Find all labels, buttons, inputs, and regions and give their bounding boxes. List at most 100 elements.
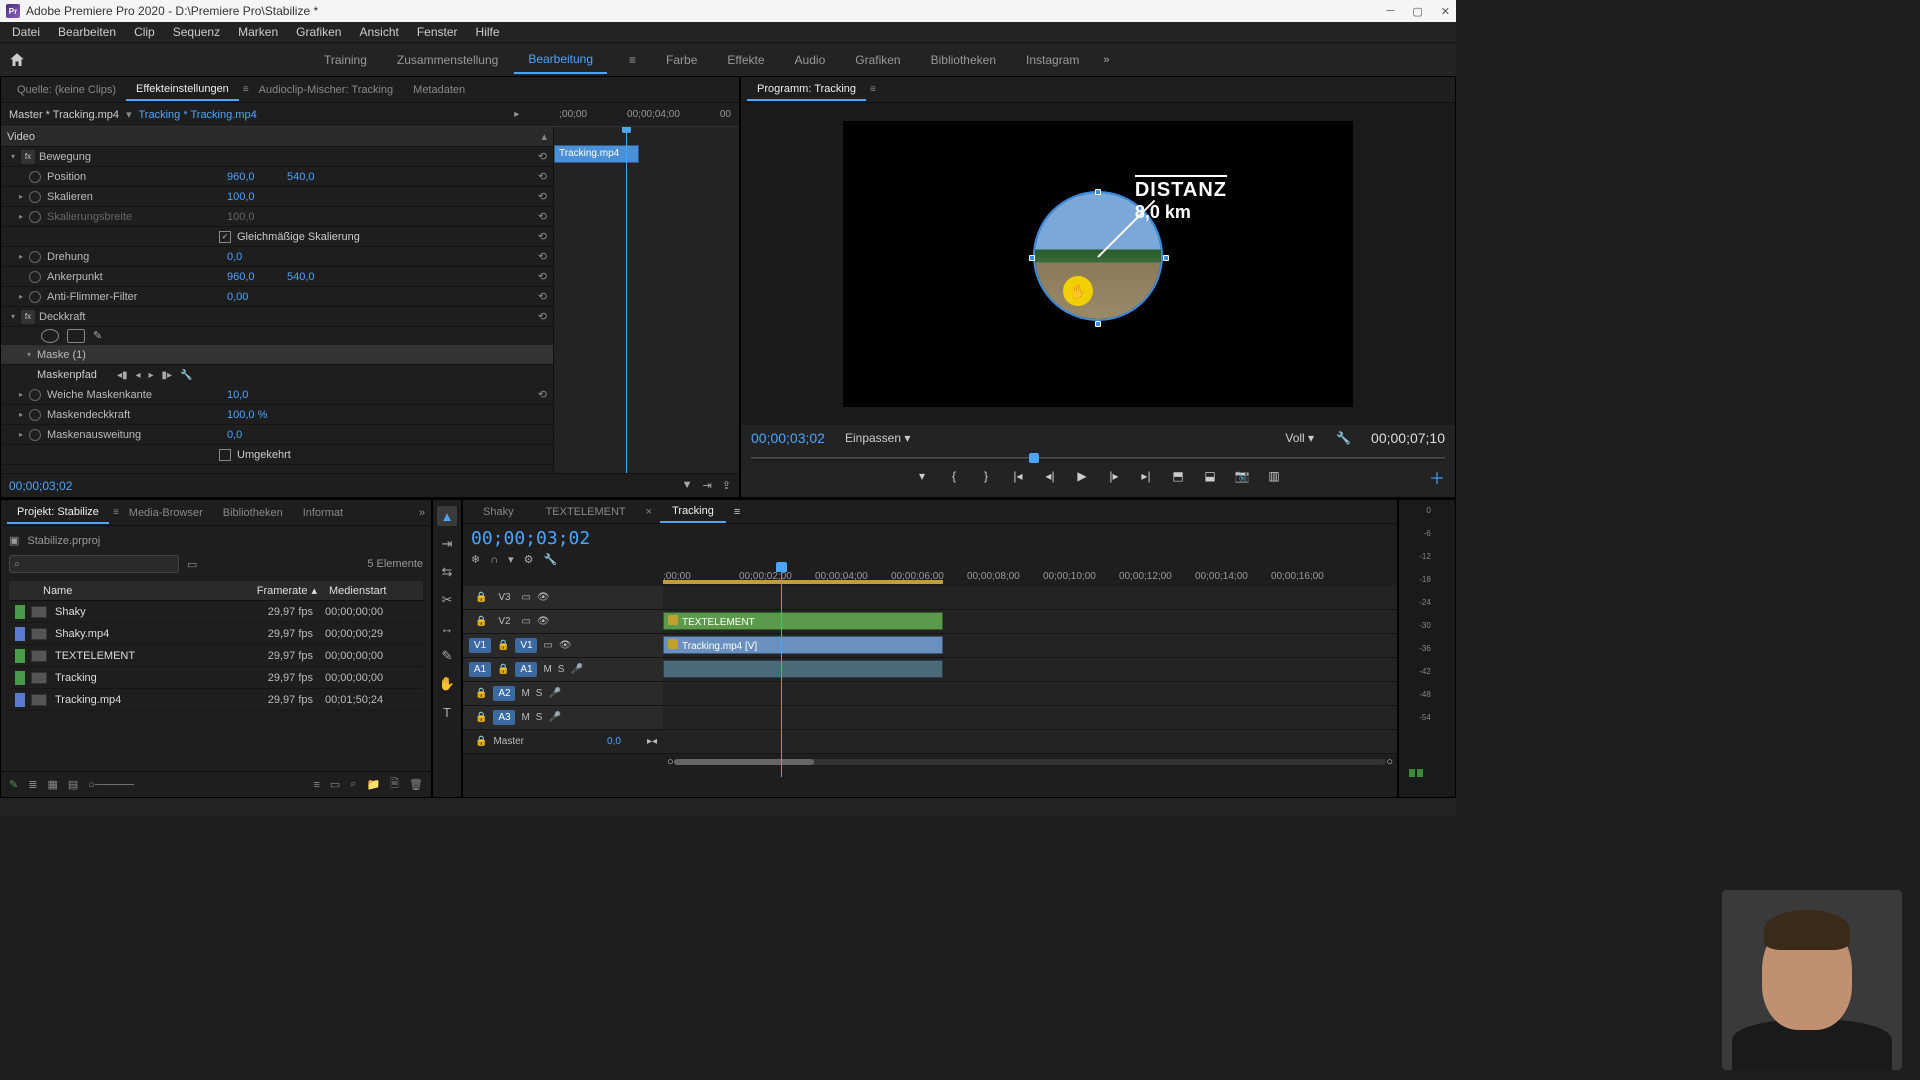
zoom-fit-dropdown[interactable]: Einpassen ▾ xyxy=(837,429,918,447)
toggle-output-icon[interactable]: ▭ xyxy=(521,592,530,603)
eye-icon[interactable]: 👁 xyxy=(537,592,550,603)
mask-handle-left[interactable] xyxy=(1029,255,1035,261)
close-tab-icon[interactable]: × xyxy=(646,506,652,518)
menu-bearbeiten[interactable]: Bearbeiten xyxy=(50,23,124,41)
new-bin-icon[interactable]: ▭ xyxy=(187,558,197,571)
workspace-bibliotheken[interactable]: Bibliotheken xyxy=(917,47,1010,73)
zoom-slider[interactable]: ○───── xyxy=(88,779,134,791)
mark-in-icon[interactable]: { xyxy=(943,467,965,485)
filter-icon[interactable]: ▼ xyxy=(682,479,693,492)
track-play-icon[interactable]: ▸ xyxy=(149,370,154,381)
track-back-icon[interactable]: ◂ xyxy=(135,370,140,381)
source-v1-target[interactable]: V1 xyxy=(469,638,491,653)
fx-badge-icon[interactable]: fx xyxy=(21,310,35,324)
trash-icon[interactable]: 🗑 xyxy=(409,778,423,791)
clip-link[interactable]: Tracking * Tracking.mp4 xyxy=(139,109,257,121)
fx-badge-icon[interactable]: fx xyxy=(21,150,35,164)
panel-menu-icon[interactable]: ≡ xyxy=(870,84,876,95)
timeline-zoom-scrollbar[interactable]: ○○ xyxy=(663,754,1397,770)
col-name[interactable]: Name xyxy=(37,585,233,597)
menu-clip[interactable]: Clip xyxy=(126,23,163,41)
eye-icon[interactable]: 👁 xyxy=(559,640,572,651)
freeform-view-icon[interactable]: ▤ xyxy=(68,778,78,791)
stopwatch-icon[interactable] xyxy=(29,409,41,421)
workspace-overflow-icon[interactable]: » xyxy=(1103,54,1109,66)
col-medienstart[interactable]: Medienstart xyxy=(323,585,423,597)
anker-x[interactable]: 960,0 xyxy=(227,271,287,283)
lock-icon[interactable]: 🔒 xyxy=(497,664,509,675)
lock-icon[interactable]: 🔒 xyxy=(475,736,487,747)
menu-marken[interactable]: Marken xyxy=(230,23,286,41)
reset-icon[interactable]: ⟲ xyxy=(538,170,547,183)
tab-metadaten[interactable]: Metadaten xyxy=(403,80,475,100)
new-bin-bottom-icon[interactable]: 📁 xyxy=(366,778,380,791)
tl-wrench-icon[interactable]: 🔧 xyxy=(544,553,558,566)
stopwatch-icon[interactable] xyxy=(29,271,41,283)
timeline-playhead[interactable] xyxy=(781,570,782,777)
eye-icon[interactable]: 👁 xyxy=(537,616,550,627)
lock-icon[interactable]: 🔒 xyxy=(497,640,509,651)
work-area-bar[interactable] xyxy=(663,580,943,584)
settings-wrench-icon[interactable]: 🔧 xyxy=(1336,431,1351,445)
workspace-training[interactable]: Training xyxy=(310,47,381,73)
skalieren-value[interactable]: 100,0 xyxy=(227,191,287,203)
aff-value[interactable]: 0,00 xyxy=(227,291,287,303)
reset-icon[interactable]: ⟲ xyxy=(538,190,547,203)
snap-icon[interactable]: ❄ xyxy=(471,553,480,566)
mark-out-icon[interactable]: } xyxy=(975,467,997,485)
auto-seq-icon[interactable]: ▭ xyxy=(330,778,340,791)
extract-icon[interactable]: ⬓ xyxy=(1199,467,1221,485)
solo-button[interactable]: S xyxy=(536,712,543,723)
track-fwd-icon[interactable]: ▮▸ xyxy=(162,370,173,381)
tab-informat[interactable]: Informat xyxy=(293,503,353,523)
add-marker-icon[interactable]: ▾ xyxy=(911,467,933,485)
seq-tab-shaky[interactable]: Shaky xyxy=(471,502,526,522)
compare-icon[interactable]: ▥ xyxy=(1263,467,1285,485)
ellipse-mask-icon[interactable] xyxy=(41,329,59,343)
seq-tab-textelement[interactable]: TEXTELEMENT xyxy=(534,502,638,522)
track-select-tool-icon[interactable]: ⇥ xyxy=(437,534,457,554)
stopwatch-icon[interactable] xyxy=(29,429,41,441)
tab-quelle[interactable]: Quelle: (keine Clips) xyxy=(7,80,126,100)
mask-handle-bottom[interactable] xyxy=(1095,321,1101,327)
play-button[interactable]: ▶ xyxy=(1071,467,1093,485)
wrench-icon[interactable]: 🔧 xyxy=(180,370,192,381)
lock-icon[interactable]: 🔒 xyxy=(475,592,487,603)
keyframe-timeline[interactable]: Tracking.mp4 xyxy=(553,127,739,473)
bin-icon[interactable]: ▣ xyxy=(9,534,19,547)
reset-icon[interactable]: ⟲ xyxy=(538,150,547,163)
lock-icon[interactable]: 🔒 xyxy=(475,688,487,699)
workspace-farbe[interactable]: Farbe xyxy=(652,47,711,73)
reset-icon[interactable]: ⟲ xyxy=(538,230,547,243)
goto-in-icon[interactable]: |◂ xyxy=(1007,467,1029,485)
tab-bibliotheken[interactable]: Bibliotheken xyxy=(213,503,293,523)
collapse-icon[interactable]: ▴ xyxy=(541,130,547,143)
timeline-timecode[interactable]: 00;00;03;02 xyxy=(471,528,590,549)
ripple-tool-icon[interactable]: ⇆ xyxy=(437,562,457,582)
list-item[interactable]: Shaky.mp429,97 fps00;00;00;29 xyxy=(9,623,423,645)
lift-icon[interactable]: ⬒ xyxy=(1167,467,1189,485)
ec-timecode[interactable]: 00;00;03;02 xyxy=(9,479,72,493)
project-search-input[interactable] xyxy=(9,555,179,573)
step-back-icon[interactable]: ◂| xyxy=(1039,467,1061,485)
mask-handle-top[interactable] xyxy=(1095,189,1101,195)
sort-icon[interactable]: ≡ xyxy=(313,779,319,791)
reset-icon[interactable]: ⟲ xyxy=(538,388,547,401)
weiche-value[interactable]: 10,0 xyxy=(227,389,287,401)
rect-mask-icon[interactable] xyxy=(67,329,85,343)
inverted-checkbox[interactable] xyxy=(219,449,231,461)
lock-icon[interactable]: 🔒 xyxy=(475,712,487,723)
reset-icon[interactable]: ⟲ xyxy=(538,270,547,283)
voice-over-icon[interactable]: 🎤 xyxy=(548,712,560,723)
program-scrubber[interactable] xyxy=(751,449,1445,465)
clip-tracking-audio[interactable] xyxy=(663,660,943,678)
tabs-overflow-icon[interactable]: » xyxy=(419,507,425,519)
stopwatch-icon[interactable] xyxy=(29,389,41,401)
pen-mask-icon[interactable] xyxy=(93,329,111,343)
program-tab[interactable]: Programm: Tracking xyxy=(747,79,866,101)
effect-deckkraft[interactable]: ▾ fx Deckkraft ⟲ xyxy=(1,307,553,327)
menu-fenster[interactable]: Fenster xyxy=(409,23,466,41)
position-y[interactable]: 540,0 xyxy=(287,171,347,183)
export-icon[interactable]: ⇪ xyxy=(722,479,731,492)
button-editor-add-icon[interactable]: ＋ xyxy=(1429,465,1445,489)
